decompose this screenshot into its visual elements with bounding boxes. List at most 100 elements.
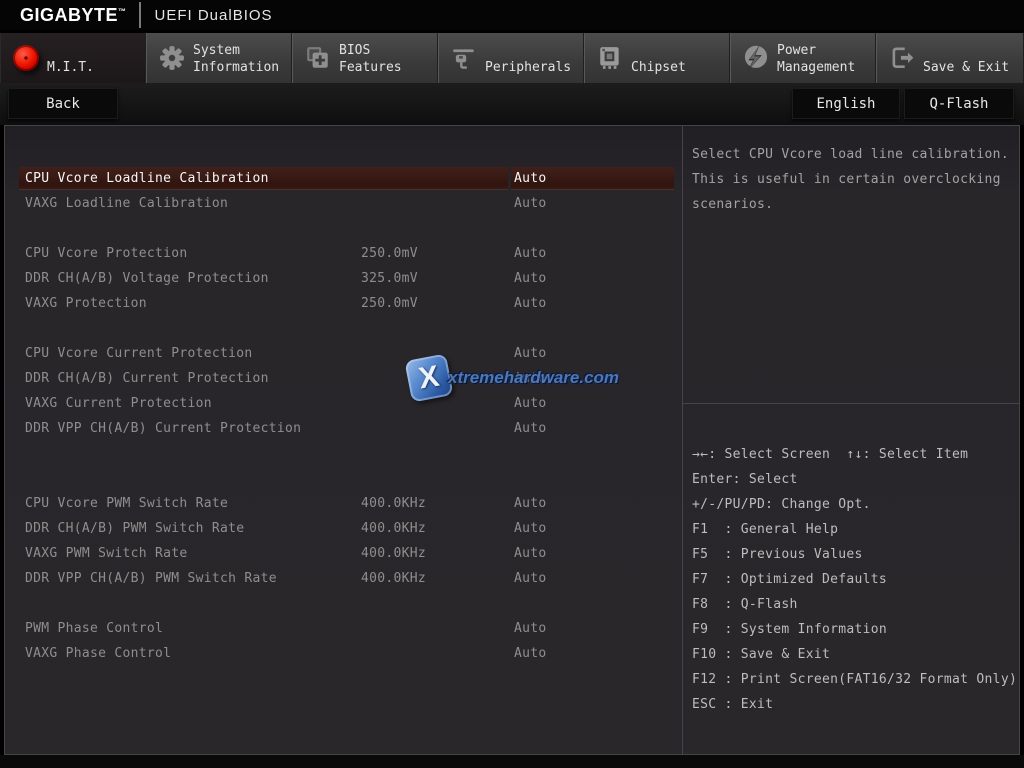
hotkey-line: F8 : Q-Flash	[692, 592, 1019, 617]
setting-option-value: Auto	[514, 616, 547, 641]
tab-power-management[interactable]: Power Management	[730, 33, 876, 83]
chipset-icon	[593, 45, 627, 71]
setting-option-value: Auto	[514, 366, 547, 391]
setting-label: CPU Vcore PWM Switch Rate	[25, 491, 228, 516]
tab-label: Peripherals	[485, 38, 571, 78]
bios-title: UEFI DualBIOS	[155, 7, 273, 24]
setting-row[interactable]: PWM Phase Control Auto	[5, 616, 682, 641]
tab-bios-features[interactable]: BIOS Features	[292, 33, 438, 83]
gigabyte-logo: GIGABYTE™	[20, 5, 127, 26]
setting-label: VAXG Phase Control	[25, 641, 171, 666]
setting-label: DDR CH(A/B) PWM Switch Rate	[25, 516, 244, 541]
setting-label: DDR VPP CH(A/B) Current Protection	[25, 416, 301, 441]
item-help-text: Select CPU Vcore load line calibration.T…	[683, 126, 1019, 403]
setting-row[interactable]: VAXG PWM Switch Rate 400.0KHz Auto	[5, 541, 682, 566]
help-line: Select CPU Vcore load line calibration.	[692, 142, 1019, 167]
mouse-icon	[447, 45, 481, 71]
hotkey-line: F5 : Previous Values	[692, 542, 1019, 567]
tab-bar: M.I.T. System Information BIOS Features Per…	[0, 33, 1024, 83]
lightning-icon	[739, 44, 773, 72]
tab-label: Power Management	[777, 38, 855, 78]
qflash-button[interactable]: Q-Flash	[904, 88, 1014, 119]
setting-option-value: Auto	[514, 266, 547, 291]
setting-row[interactable]: DDR CH(A/B) PWM Switch Rate 400.0KHz Auto	[5, 516, 682, 541]
setting-current-value: 400.0KHz	[361, 566, 426, 591]
trademark-symbol: ™	[118, 7, 127, 16]
setting-label: VAXG Loadline Calibration	[25, 191, 228, 216]
setting-label: DDR CH(A/B) Current Protection	[25, 366, 269, 391]
setting-current-value: 250.0mV	[361, 241, 418, 266]
hotkey-line: ESC : Exit	[692, 692, 1019, 717]
hotkey-line: Enter: Select	[692, 467, 1019, 492]
hotkey-line: +/-/PU/PD: Change Opt.	[692, 492, 1019, 517]
setting-label: CPU Vcore Current Protection	[25, 341, 253, 366]
setting-row[interactable]: DDR CH(A/B) Voltage Protection 325.0mV Aut…	[5, 266, 682, 291]
bottom-strip	[0, 755, 1024, 768]
settings-list: CPU Vcore Loadline CalibrationAutoVAXG L…	[5, 126, 682, 754]
hotkey-legend: →←: Select Screen ↑↓: Select ItemEnter: …	[683, 404, 1019, 717]
setting-option-value: Auto	[514, 516, 547, 541]
setting-row[interactable]: CPU Vcore Current Protection Auto	[5, 341, 682, 366]
setting-row[interactable]: CPU Vcore PWM Switch Rate400.0KHzAuto	[5, 491, 682, 516]
setting-current-value: 400.0KHz	[361, 541, 426, 566]
setting-option-value: Auto	[514, 541, 547, 566]
back-button[interactable]: Back	[8, 88, 118, 119]
setting-label: DDR VPP CH(A/B) PWM Switch Rate	[25, 566, 277, 591]
setting-label: CPU Vcore Loadline Calibration	[25, 166, 269, 191]
setting-row[interactable]: VAXG Protection 250.0mV Auto	[5, 291, 682, 316]
language-button[interactable]: English	[792, 88, 900, 119]
help-line: scenarios.	[692, 192, 1019, 217]
setting-option-value: Auto	[514, 566, 547, 591]
setting-option-value: Auto	[514, 641, 547, 666]
tab-chipset[interactable]: Chipset	[584, 33, 730, 83]
setting-option-value: Auto	[514, 416, 547, 441]
help-panel: Select CPU Vcore load line calibration.T…	[683, 126, 1019, 754]
setting-row[interactable]: VAXG Phase Control Auto	[5, 641, 682, 666]
setting-label: VAXG PWM Switch Rate	[25, 541, 188, 566]
gear-icon	[155, 45, 189, 71]
tab-peripherals[interactable]: Peripherals	[438, 33, 584, 83]
tab-label: BIOS Features	[339, 38, 402, 78]
setting-row[interactable]: DDR VPP CH(A/B) PWM Switch Rate 400.0KHz A…	[5, 566, 682, 591]
hotkey-line: F10 : Save & Exit	[692, 642, 1019, 667]
setting-row[interactable]: DDR CH(A/B) Current Protection Auto	[5, 366, 682, 391]
hotkey-line: →←: Select Screen ↑↓: Select Item	[692, 442, 1019, 467]
setting-option-value: Auto	[514, 291, 547, 316]
setting-row[interactable]: VAXG Loadline Calibration Auto	[5, 191, 682, 216]
setting-label: VAXG Protection	[25, 291, 147, 316]
setting-option-value: Auto	[514, 191, 547, 216]
tab-label: System Information	[193, 38, 279, 78]
setting-option-value: Auto	[514, 166, 547, 191]
setting-current-value: 325.0mV	[361, 266, 418, 291]
tab-label: Save & Exit	[923, 38, 1009, 78]
hotkey-line: F1 : General Help	[692, 517, 1019, 542]
hotkey-line: F12 : Print Screen(FAT16/32 Format Only)	[692, 667, 1019, 692]
red-dot-icon	[9, 45, 43, 71]
tab-save-exit[interactable]: Save & Exit	[876, 33, 1024, 83]
setting-label: VAXG Current Protection	[25, 391, 212, 416]
setting-option-value: Auto	[514, 341, 547, 366]
tab-mit[interactable]: M.I.T.	[0, 33, 146, 83]
setting-label: CPU Vcore Protection	[25, 241, 188, 266]
hotkey-line: F7 : Optimized Defaults	[692, 567, 1019, 592]
setting-row[interactable]: DDR VPP CH(A/B) Current Protection Auto	[5, 416, 682, 441]
setting-option-value: Auto	[514, 241, 547, 266]
setting-label: DDR CH(A/B) Voltage Protection	[25, 266, 269, 291]
setting-current-value: 400.0KHz	[361, 516, 426, 541]
setting-option-value: Auto	[514, 491, 547, 516]
main-panel: CPU Vcore Loadline CalibrationAutoVAXG L…	[4, 125, 1020, 755]
setting-row-selected[interactable]: CPU Vcore Loadline Calibration Auto	[5, 166, 682, 191]
title-bar: GIGABYTE™ UEFI DualBIOS	[0, 0, 1024, 30]
setting-row[interactable]: VAXG Current ProtectionAuto	[5, 391, 682, 416]
hotkey-line: F9 : System Information	[692, 617, 1019, 642]
help-line: This is useful in certain overclocking	[692, 167, 1019, 192]
toolbar: Back English Q-Flash	[0, 83, 1024, 125]
setting-row[interactable]: CPU Vcore Protection 250.0mV Auto	[5, 241, 682, 266]
exit-icon	[885, 45, 919, 71]
bios-screen: { "header": { "brand": "GIGABYTE", "bran…	[0, 0, 1024, 768]
tab-system-information[interactable]: System Information	[146, 33, 292, 83]
setting-label: PWM Phase Control	[25, 616, 163, 641]
header-divider	[139, 2, 141, 28]
chip-plus-icon	[301, 45, 335, 71]
setting-current-value: 250.0mV	[361, 291, 418, 316]
